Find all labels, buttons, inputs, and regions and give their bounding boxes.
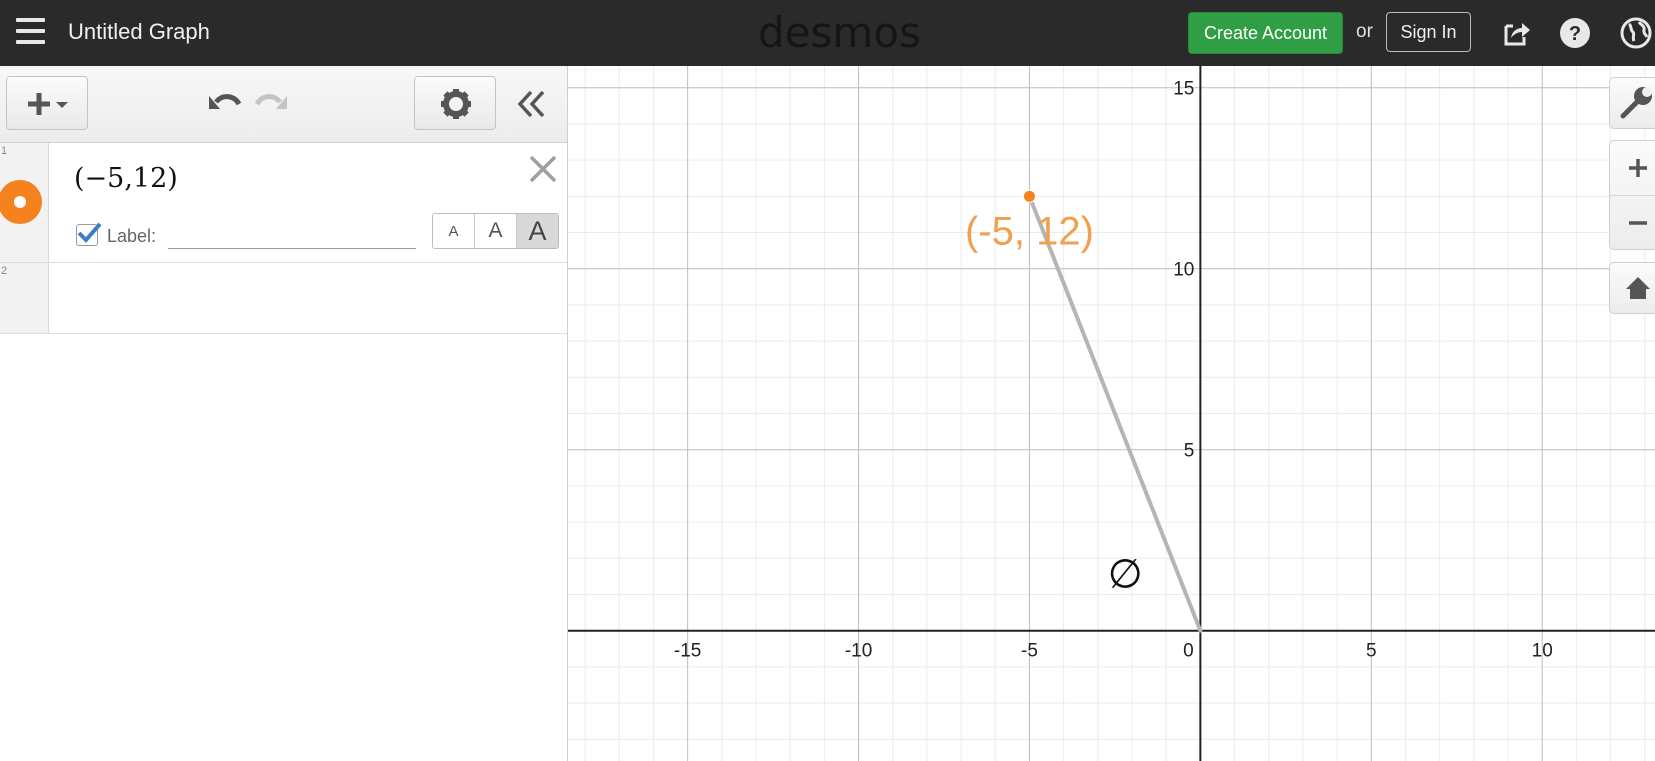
expression-gutter: 2 (0, 263, 49, 333)
sign-in-button[interactable]: Sign In (1386, 12, 1471, 52)
default-viewport-button[interactable] (1609, 262, 1655, 314)
point-label: (-5, 12) (965, 209, 1094, 253)
create-account-button[interactable]: Create Account (1188, 12, 1343, 54)
plus-icon (1629, 159, 1647, 177)
graph-paper[interactable]: -15 -10 -5 0 5 10 15 10 5 (-5, 12) ∅ (568, 66, 1655, 761)
x-tick-label: 5 (1366, 641, 1377, 662)
checkmark-icon (77, 222, 102, 243)
expression-latex[interactable]: (−5,12) (74, 163, 178, 194)
zoom-in-button[interactable] (1610, 141, 1655, 196)
expression-item-empty[interactable]: 2 (0, 263, 567, 334)
expression-number: 1 (1, 145, 8, 157)
desmos-logo: desmos (758, 8, 921, 57)
x-tick-label: 0 (1183, 641, 1194, 662)
wrench-icon (1620, 87, 1652, 119)
expression-item[interactable]: 1 (−5,12) Label: A A A (0, 143, 567, 263)
graph-canvas[interactable]: -15 -10 -5 0 5 10 15 10 5 (-5, 12) ∅ (568, 66, 1655, 761)
label-size-large-button[interactable]: A (517, 214, 558, 248)
label-caption: Label: (107, 226, 157, 246)
menu-icon[interactable] (16, 18, 45, 44)
y-tick-label: 10 (1173, 260, 1194, 281)
gear-icon (441, 89, 471, 119)
zoom-out-button[interactable] (1610, 196, 1655, 251)
x-tick-label: -15 (674, 641, 701, 662)
minus-icon (1629, 221, 1647, 225)
redo-icon[interactable] (254, 88, 290, 120)
expression-gutter: 1 (0, 143, 49, 262)
delete-expression-icon[interactable] (527, 153, 559, 185)
language-globe-icon[interactable] (1620, 17, 1652, 49)
top-bar: Untitled Graph desmos Create Account or … (0, 0, 1655, 66)
label-size-selector: A A A (432, 213, 559, 249)
angle-label: ∅ (1108, 551, 1143, 597)
expression-panel: 1 (−5,12) Label: A A A 2 (0, 66, 568, 761)
collapse-panel-icon[interactable] (515, 88, 549, 120)
label-checkbox[interactable] (76, 222, 102, 246)
x-tick-label: 10 (1532, 641, 1553, 662)
share-icon[interactable] (1500, 17, 1532, 49)
svg-text:?: ? (1569, 23, 1581, 45)
graph-tools-button[interactable] (1609, 77, 1655, 129)
y-tick-label: 5 (1184, 441, 1195, 462)
or-text: or (1356, 21, 1373, 42)
plus-dropdown-icon (28, 93, 68, 115)
graph-settings-button[interactable] (414, 76, 496, 130)
label-size-small-button[interactable]: A (433, 214, 475, 248)
label-input[interactable] (168, 221, 416, 249)
expression-toolbar (0, 66, 567, 143)
expression-number: 2 (1, 265, 8, 277)
label-size-medium-button[interactable]: A (475, 214, 517, 248)
point-marker (1022, 189, 1036, 203)
x-tick-label: -10 (845, 641, 872, 662)
point-style-icon[interactable] (0, 180, 42, 224)
zoom-controls (1609, 140, 1655, 250)
help-icon[interactable]: ? (1559, 17, 1591, 49)
add-item-button[interactable] (6, 76, 88, 130)
y-tick-label: 15 (1173, 79, 1194, 100)
x-tick-label: -5 (1021, 641, 1038, 662)
graph-title[interactable]: Untitled Graph (68, 19, 210, 45)
home-icon (1626, 277, 1650, 299)
undo-icon[interactable] (206, 88, 242, 120)
